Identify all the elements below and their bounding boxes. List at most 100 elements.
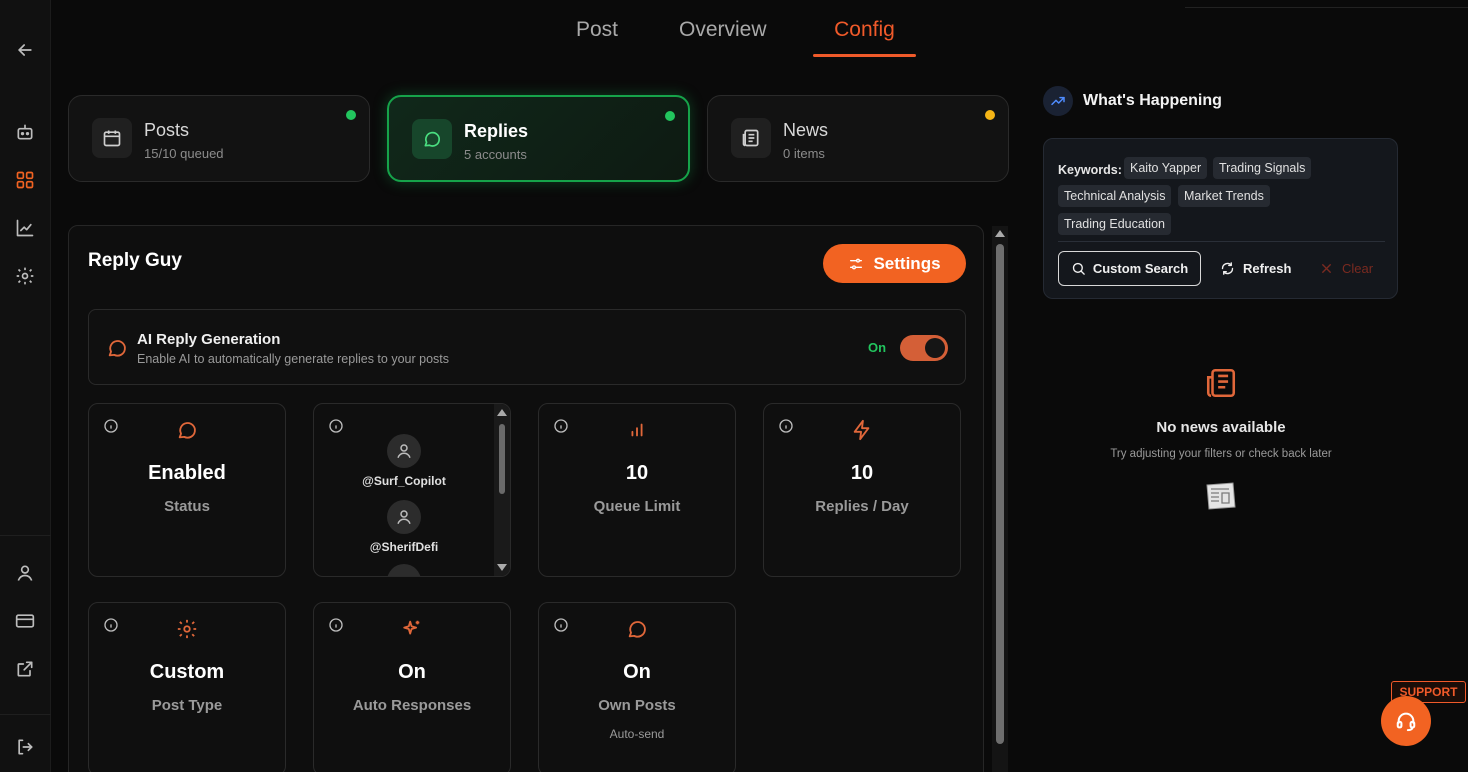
stat-label: Replies / Day bbox=[815, 498, 909, 515]
bot-icon[interactable] bbox=[13, 120, 37, 144]
queue-limit-stat-card: 10 Queue Limit bbox=[538, 403, 736, 577]
own-posts-stat-card: On Own Posts Auto-send bbox=[538, 602, 736, 772]
posts-card[interactable]: Posts 15/10 queued bbox=[68, 95, 370, 182]
news-card[interactable]: News 0 items bbox=[707, 95, 1009, 182]
toggle-state-label: On bbox=[868, 340, 887, 355]
info-icon[interactable] bbox=[553, 617, 569, 633]
scroll-up-arrow[interactable] bbox=[497, 409, 507, 416]
info-icon[interactable] bbox=[778, 418, 794, 434]
info-icon[interactable] bbox=[328, 418, 344, 434]
info-icon[interactable] bbox=[103, 617, 119, 633]
status-dot bbox=[665, 111, 675, 121]
reply-guy-panel: Reply Guy Settings AI Reply Generation E… bbox=[68, 225, 984, 772]
keywords-divider bbox=[1058, 241, 1385, 242]
credit-card-icon[interactable] bbox=[13, 609, 37, 633]
stat-value: Enabled bbox=[148, 462, 226, 484]
lightning-bolt-icon bbox=[853, 419, 870, 441]
sidebar bbox=[0, 0, 51, 772]
sidebar-divider bbox=[0, 714, 51, 715]
main-scrollbar[interactable] bbox=[992, 226, 1008, 772]
rolled-newspaper-icon bbox=[1206, 482, 1236, 510]
scroll-up-arrow[interactable] bbox=[995, 230, 1005, 237]
account-name: @SherifDefi bbox=[369, 540, 439, 554]
stat-label: Status bbox=[164, 498, 210, 515]
accounts-scrollbar[interactable] bbox=[494, 404, 510, 576]
auto-responses-stat-card: On Auto Responses bbox=[313, 602, 511, 772]
trending-up-icon bbox=[1043, 86, 1073, 116]
tab-config[interactable]: Config bbox=[813, 0, 916, 58]
settings-label: Settings bbox=[873, 253, 941, 273]
stat-value: On bbox=[398, 661, 426, 683]
settings-gear-icon[interactable] bbox=[13, 264, 37, 288]
chat-bubble-icon bbox=[108, 340, 126, 357]
account-item-partial bbox=[314, 564, 494, 576]
custom-search-label: Custom Search bbox=[1092, 261, 1189, 276]
support-button[interactable] bbox=[1381, 696, 1431, 746]
status-stat-card: Enabled Status bbox=[88, 403, 286, 577]
stat-label: Post Type bbox=[151, 697, 223, 714]
logout-icon[interactable] bbox=[13, 735, 37, 759]
info-icon[interactable] bbox=[328, 617, 344, 633]
replies-card[interactable]: Replies 5 accounts bbox=[387, 95, 690, 182]
scroll-down-arrow[interactable] bbox=[497, 564, 507, 571]
tab-overview[interactable]: Overview bbox=[679, 0, 789, 58]
status-dot bbox=[346, 110, 356, 120]
sidebar-divider bbox=[0, 535, 51, 536]
close-icon bbox=[1322, 264, 1331, 273]
keyword-chip[interactable]: Market Trends bbox=[1178, 185, 1270, 207]
refresh-label: Refresh bbox=[1243, 261, 1292, 276]
account-item[interactable]: @SherifDefi bbox=[314, 500, 494, 554]
replies-card-sub: 5 accounts bbox=[464, 147, 527, 162]
news-card-sub: 0 items bbox=[783, 146, 825, 161]
posts-card-sub: 15/10 queued bbox=[144, 146, 224, 161]
keyword-chip[interactable]: Trading Signals bbox=[1213, 157, 1312, 179]
keywords-panel: Keywords: Kaito Yapper Trading Signals T… bbox=[1043, 138, 1398, 299]
scroll-thumb[interactable] bbox=[996, 244, 1004, 744]
keywords-label: Keywords: bbox=[1058, 163, 1122, 177]
settings-button[interactable]: Settings bbox=[823, 244, 966, 283]
news-card-title: News bbox=[783, 120, 829, 140]
ai-toggle[interactable] bbox=[900, 335, 948, 361]
stat-value: 10 bbox=[625, 462, 649, 484]
newspaper-icon bbox=[1206, 368, 1236, 398]
keyword-chip[interactable]: Technical Analysis bbox=[1058, 185, 1172, 207]
clear-label: Clear bbox=[1342, 261, 1374, 276]
info-icon[interactable] bbox=[103, 418, 119, 434]
avatar bbox=[387, 434, 421, 468]
stat-label: Auto Responses bbox=[352, 697, 472, 714]
top-divider bbox=[1185, 7, 1468, 8]
whats-happening-header: What's Happening bbox=[1043, 86, 1222, 116]
status-dot bbox=[985, 110, 995, 120]
account-item[interactable]: @Surf_Copilot bbox=[314, 434, 494, 488]
ai-title: AI Reply Generation bbox=[137, 331, 281, 348]
tab-post[interactable]: Post bbox=[576, 0, 636, 58]
panel-title: Reply Guy bbox=[88, 250, 182, 271]
custom-search-button[interactable]: Custom Search bbox=[1058, 251, 1201, 286]
ai-reply-generation: AI Reply Generation Enable AI to automat… bbox=[88, 309, 966, 385]
keyword-chip[interactable]: Trading Education bbox=[1058, 213, 1171, 235]
chat-bubble-icon bbox=[178, 422, 196, 439]
back-arrow-icon[interactable] bbox=[13, 38, 37, 62]
stat-value: 10 bbox=[850, 462, 874, 484]
posts-card-title: Posts bbox=[144, 120, 190, 140]
external-link-icon[interactable] bbox=[13, 657, 37, 681]
whats-happening-title: What's Happening bbox=[1083, 92, 1222, 109]
dashboard-grid-icon[interactable] bbox=[13, 168, 37, 192]
stat-label: Own Posts bbox=[598, 697, 676, 714]
clear-button[interactable]: Clear bbox=[1319, 251, 1373, 286]
refresh-button[interactable]: Refresh bbox=[1220, 251, 1291, 286]
sparkles-icon bbox=[403, 620, 420, 635]
analytics-chart-icon[interactable] bbox=[13, 216, 37, 240]
keyword-chip[interactable]: Kaito Yapper bbox=[1124, 157, 1208, 179]
stat-label: Queue Limit bbox=[593, 498, 681, 515]
info-icon[interactable] bbox=[553, 418, 569, 434]
scroll-thumb[interactable] bbox=[499, 424, 505, 494]
refresh-icon bbox=[1221, 262, 1234, 275]
replies-per-day-stat-card: 10 Replies / Day bbox=[763, 403, 961, 577]
accounts-stat-card: @Surf_Copilot @SherifDefi bbox=[313, 403, 511, 577]
sliders-icon bbox=[850, 258, 863, 269]
toggle-knob bbox=[925, 338, 945, 358]
user-icon[interactable] bbox=[13, 561, 37, 585]
avatar bbox=[387, 564, 421, 576]
empty-state-subtitle: Try adjusting your filters or check back… bbox=[1110, 448, 1332, 460]
